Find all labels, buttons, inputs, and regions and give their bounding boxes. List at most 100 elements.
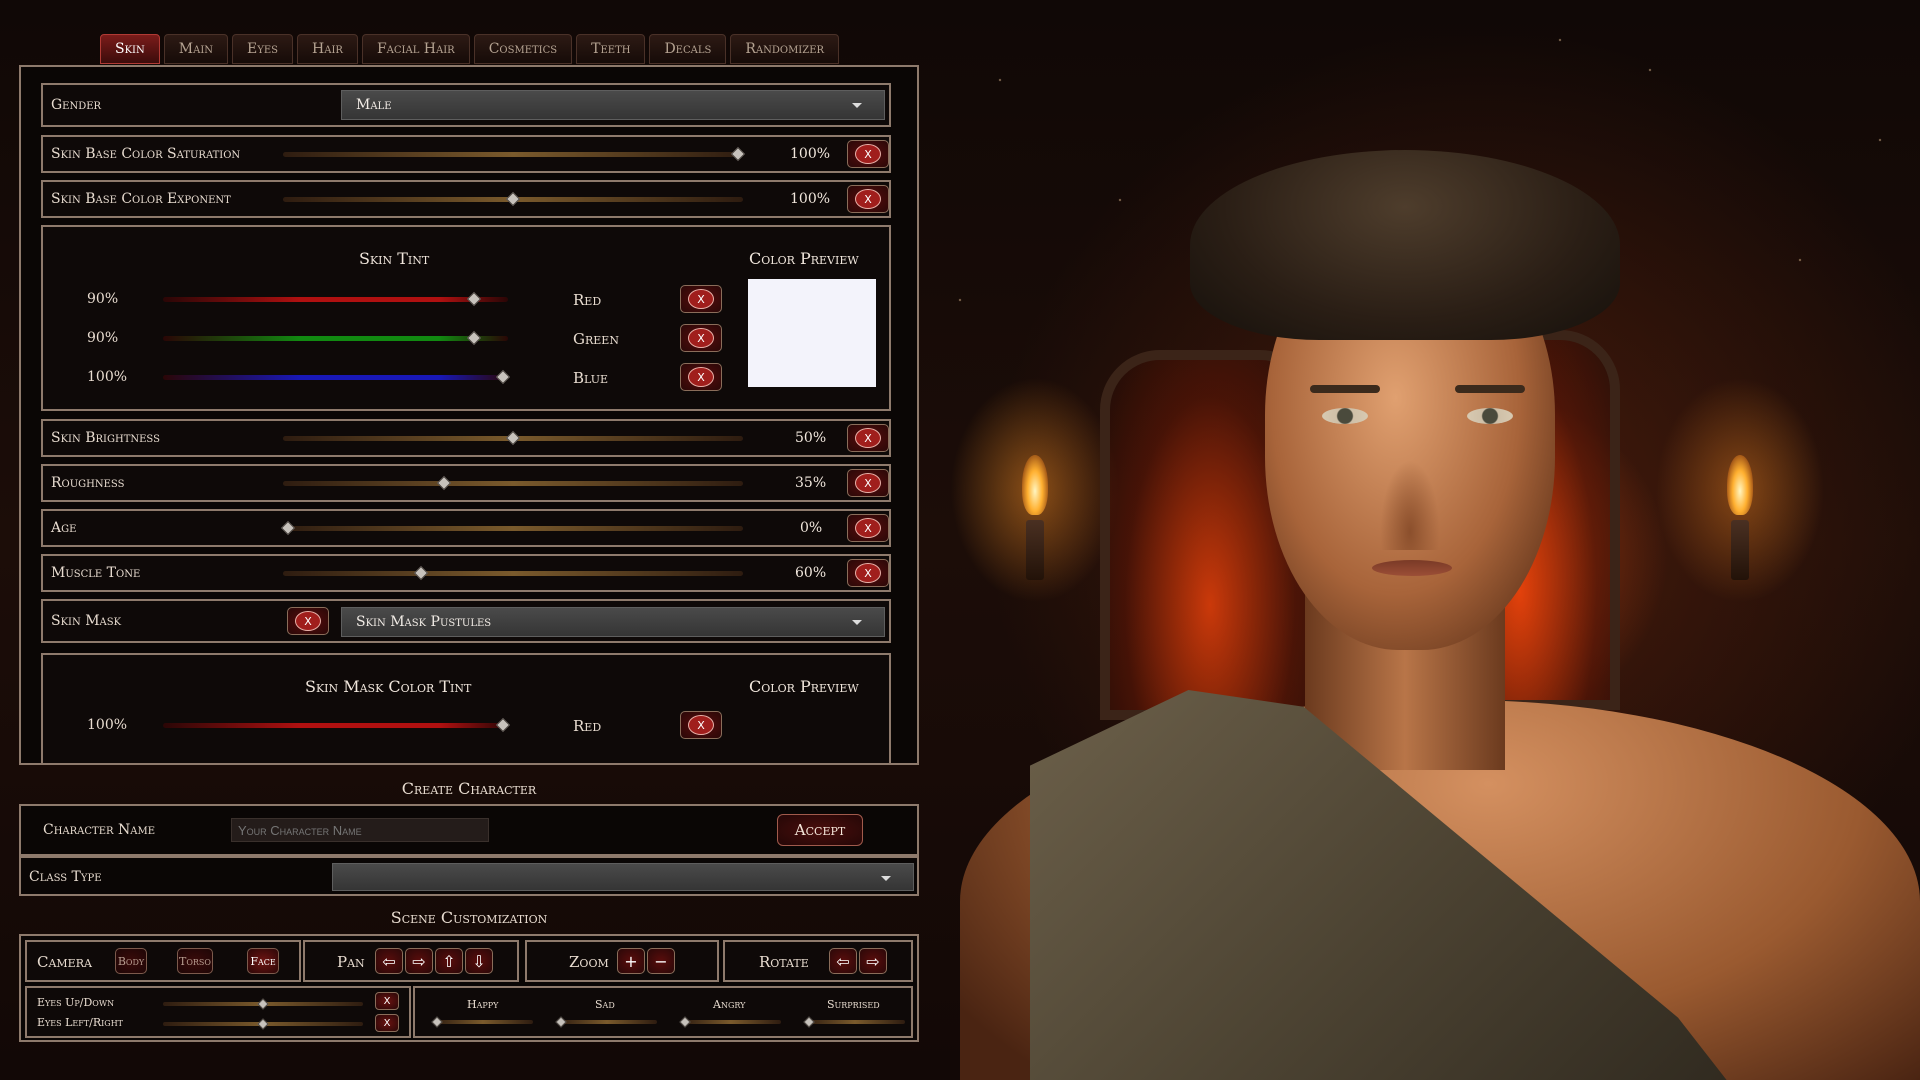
slider-row-exponent: Skin Base Color Exponent 100% X xyxy=(41,180,891,218)
gender-dropdown[interactable]: Male xyxy=(341,90,885,120)
tab-cosmetics[interactable]: Cosmetics xyxy=(473,34,573,64)
color-preview-swatch xyxy=(748,279,876,387)
expression-angry-slider[interactable] xyxy=(679,1016,781,1028)
camera-torso-button[interactable]: Torso xyxy=(177,948,213,974)
reset-button[interactable]: X xyxy=(847,514,889,542)
saturation-slider-track[interactable] xyxy=(283,146,746,162)
pan-right-button[interactable]: ⇨ xyxy=(405,948,433,974)
slider-thumb[interactable] xyxy=(413,565,429,581)
green-slider-track[interactable] xyxy=(163,330,508,346)
chevron-down-icon xyxy=(852,620,862,625)
muscle-tone-slider-track[interactable] xyxy=(283,565,743,581)
reset-button[interactable]: X xyxy=(287,607,329,635)
slider-value: 100% xyxy=(790,146,831,162)
skin-mask-dropdown[interactable]: Skin Mask Pustules xyxy=(341,607,885,637)
reset-button[interactable]: X xyxy=(847,559,889,587)
slider-label: Skin Base Color Exponent xyxy=(51,191,231,207)
eyes-up-down-slider[interactable] xyxy=(163,998,363,1010)
slider-thumb[interactable] xyxy=(555,1016,567,1028)
eyes-left-right-slider[interactable] xyxy=(163,1018,363,1030)
reset-button[interactable]: X xyxy=(375,992,399,1010)
zoom-group: Zoom + − xyxy=(525,940,719,982)
rotate-left-button[interactable]: ⇦ xyxy=(829,948,857,974)
slider-thumb[interactable] xyxy=(280,520,296,536)
tint-channel-name: Red xyxy=(573,291,602,309)
accept-button[interactable]: Accept xyxy=(777,814,863,846)
slider-label: Skin Base Color Saturation xyxy=(51,146,241,162)
pan-down-button[interactable]: ⇩ xyxy=(465,948,493,974)
tint-percent: 100% xyxy=(87,717,128,733)
blue-slider-track[interactable] xyxy=(163,369,511,385)
skin-mask-label: Skin Mask xyxy=(51,613,122,629)
close-icon: X xyxy=(688,715,714,735)
camera-body-button[interactable]: Body xyxy=(115,948,147,974)
skin-tint-title: Skin Tint xyxy=(359,249,430,268)
slider-thumb[interactable] xyxy=(505,191,521,207)
slider-thumb[interactable] xyxy=(505,430,521,446)
reset-button[interactable]: X xyxy=(847,185,889,213)
slider-thumb[interactable] xyxy=(495,717,511,733)
character-name-input[interactable] xyxy=(231,818,489,842)
zoom-out-button[interactable]: − xyxy=(647,948,675,974)
tab-teeth[interactable]: Teeth xyxy=(576,34,646,64)
reset-button[interactable]: X xyxy=(847,469,889,497)
zoom-in-button[interactable]: + xyxy=(617,948,645,974)
slider-label: Age xyxy=(51,520,77,536)
slider-thumb[interactable] xyxy=(803,1016,815,1028)
slider-value: 50% xyxy=(795,430,827,446)
reset-button[interactable]: X xyxy=(847,140,889,168)
slider-thumb[interactable] xyxy=(679,1016,691,1028)
expression-angry-label: Angry xyxy=(713,998,746,1011)
slider-thumb[interactable] xyxy=(495,369,511,385)
class-type-dropdown[interactable] xyxy=(332,863,914,891)
color-preview-title: Color Preview xyxy=(749,677,859,696)
expression-sad-label: Sad xyxy=(595,998,615,1011)
pan-up-button[interactable]: ⇧ xyxy=(435,948,463,974)
tab-decals[interactable]: Decals xyxy=(649,34,727,64)
character-mouth xyxy=(1372,560,1452,576)
expression-surprised-slider[interactable] xyxy=(803,1016,905,1028)
slider-thumb[interactable] xyxy=(431,1016,443,1028)
close-icon: X xyxy=(688,328,714,348)
slider-row-age: Age 0% X xyxy=(41,509,891,547)
exponent-slider-track[interactable] xyxy=(283,191,743,207)
reset-button[interactable]: X xyxy=(680,285,722,313)
slider-thumb[interactable] xyxy=(436,475,452,491)
slider-thumb[interactable] xyxy=(257,1018,269,1030)
expression-sad-slider[interactable] xyxy=(555,1016,657,1028)
expression-happy-label: Happy xyxy=(467,998,499,1011)
reset-button[interactable]: X xyxy=(680,711,722,739)
tab-facial-hair[interactable]: Facial Hair xyxy=(361,34,470,64)
tab-skin[interactable]: Skin xyxy=(100,34,160,64)
tab-randomizer[interactable]: Randomizer xyxy=(730,34,840,64)
reset-button[interactable]: X xyxy=(847,424,889,452)
class-type-label: Class Type xyxy=(29,869,102,885)
character-name-label: Character Name xyxy=(43,822,156,838)
torch-stand-right xyxy=(1731,520,1749,580)
tab-main[interactable]: Main xyxy=(163,34,229,64)
reset-button[interactable]: X xyxy=(680,363,722,391)
age-slider-track[interactable] xyxy=(280,520,743,536)
pan-left-button[interactable]: ⇦ xyxy=(375,948,403,974)
reset-button[interactable]: X xyxy=(375,1014,399,1032)
pan-group: Pan ⇦ ⇨ ⇧ ⇩ xyxy=(303,940,519,982)
slider-thumb[interactable] xyxy=(466,330,481,346)
reset-button[interactable]: X xyxy=(680,324,722,352)
expression-happy-slider[interactable] xyxy=(431,1016,533,1028)
slider-row-muscle-tone: Muscle Tone 60% X xyxy=(41,554,891,592)
rotate-right-button[interactable]: ⇨ xyxy=(859,948,887,974)
tint-percent: 90% xyxy=(87,330,119,346)
camera-face-button[interactable]: Face xyxy=(247,948,279,974)
tab-eyes[interactable]: Eyes xyxy=(232,34,294,64)
customization-tabs: Skin Main Eyes Hair Facial Hair Cosmetic… xyxy=(100,34,840,64)
roughness-slider-track[interactable] xyxy=(283,475,743,491)
tab-hair[interactable]: Hair xyxy=(297,34,358,64)
create-character-title: Create Character xyxy=(401,779,537,798)
brightness-slider-track[interactable] xyxy=(283,430,743,446)
slider-thumb[interactable] xyxy=(730,146,746,162)
slider-thumb[interactable] xyxy=(466,291,481,307)
red-slider-track[interactable] xyxy=(163,717,511,733)
slider-thumb[interactable] xyxy=(257,998,269,1010)
expression-surprised-label: Surprised xyxy=(827,998,880,1011)
red-slider-track[interactable] xyxy=(163,291,508,307)
